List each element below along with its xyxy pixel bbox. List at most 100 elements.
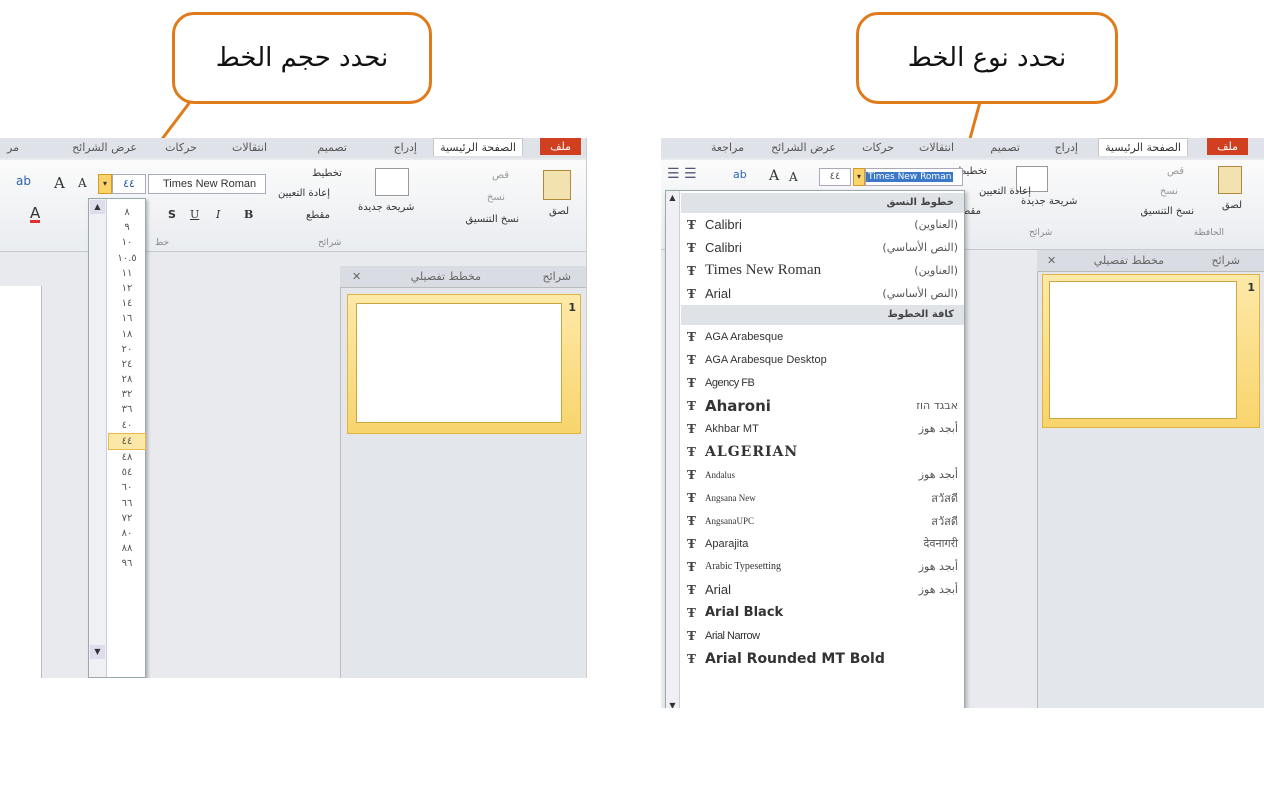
font-option[interactable]: Ŧ Andalus أبجد هوز xyxy=(681,463,964,486)
font-option[interactable]: Ŧ Calibri (النص الأساسي) xyxy=(681,236,964,259)
font-option[interactable]: Ŧ Aparajita देवनागरी xyxy=(681,532,964,555)
underline-button[interactable]: U xyxy=(190,208,199,221)
font-option[interactable]: Ŧ AGA Arabesque Desktop xyxy=(681,348,964,371)
tab-home-r[interactable]: الصفحة الرئيسية xyxy=(1098,138,1188,156)
tab-review[interactable]: مر xyxy=(7,141,19,154)
tab-animations[interactable]: حركات xyxy=(165,141,197,154)
clear-format-icon-r[interactable]: ab xyxy=(733,168,747,181)
font-option[interactable]: Ŧ ALGERIAN xyxy=(681,440,964,463)
tab-design[interactable]: تصميم xyxy=(317,141,347,154)
size-scrollbar[interactable]: ▲ ▼ xyxy=(89,199,107,677)
scroll-down-icon[interactable]: ▼ xyxy=(90,645,105,659)
reset-button[interactable]: إعادة التعيين xyxy=(278,188,330,199)
font-size-option[interactable]: ٢٠ xyxy=(108,342,146,357)
tab-file-r[interactable]: ملف xyxy=(1207,138,1248,155)
font-option[interactable]: Ŧ Angsana New สวัสดี xyxy=(681,486,964,509)
font-option[interactable]: Ŧ Arial أبجد هوز xyxy=(681,578,964,601)
paste-button[interactable]: لصق xyxy=(549,206,569,217)
font-size-option[interactable]: ٨٨ xyxy=(108,541,146,556)
tab-review-r[interactable]: مراجعة xyxy=(711,141,744,154)
font-size-option[interactable]: ٢٤ xyxy=(108,357,146,372)
font-option[interactable]: Ŧ Arabic Typesetting أبجد هوز xyxy=(681,555,964,578)
tab-design-r[interactable]: تصميم xyxy=(990,141,1020,154)
cut-button[interactable]: قص xyxy=(492,170,509,181)
tab-file[interactable]: ملف xyxy=(540,138,581,155)
font-size-option[interactable]: ١٢ xyxy=(108,281,146,296)
font-size-option[interactable]: ١٨ xyxy=(108,327,146,342)
font-size-option[interactable]: ٤٤ xyxy=(108,432,146,450)
clear-format-icon[interactable]: ab xyxy=(16,174,31,188)
copy-button-r[interactable]: نسخ xyxy=(1160,186,1178,197)
font-size-option[interactable]: ٨ xyxy=(108,205,146,220)
font-size-option[interactable]: ٨٠ xyxy=(108,526,146,541)
font-option[interactable]: Ŧ Agency FB xyxy=(681,371,964,394)
font-dropdown-button[interactable]: ▾ xyxy=(853,168,865,186)
font-color-icon[interactable]: A xyxy=(30,206,41,223)
font-scrollbar[interactable]: ▲ ▼ xyxy=(666,191,680,708)
tab-animations-r[interactable]: حركات xyxy=(862,141,894,154)
layout-button[interactable]: تخطيط xyxy=(312,168,342,179)
shrink-font-icon[interactable]: A xyxy=(78,176,87,190)
tab-insert-r[interactable]: إدراج xyxy=(1055,141,1078,154)
font-size-dropdown-button[interactable]: ▾ xyxy=(98,174,112,194)
tab-transitions[interactable]: انتقالات xyxy=(232,141,267,154)
font-option[interactable]: Ŧ Arial Rounded MT Bold xyxy=(681,647,964,670)
bold-button[interactable]: B xyxy=(244,208,253,221)
right-slide-thumb-highlight[interactable]: 1 xyxy=(1042,274,1260,428)
font-size-option[interactable]: ٩ xyxy=(108,220,146,235)
tab-slideshow-r[interactable]: عرض الشرائح xyxy=(771,141,836,154)
font-option[interactable]: Ŧ Calibri (العناوين) xyxy=(681,213,964,236)
font-size-option[interactable]: ٤٨ xyxy=(108,450,146,465)
font-size-option[interactable]: ٩٦ xyxy=(108,556,146,571)
font-option[interactable]: Ŧ Arial Black xyxy=(681,601,964,624)
font-scroll-down-icon[interactable]: ▼ xyxy=(667,701,678,708)
copy-button[interactable]: نسخ xyxy=(487,192,505,203)
tab-insert[interactable]: إدراج xyxy=(394,141,417,154)
tab-slideshow[interactable]: عرض الشرائح xyxy=(72,141,137,154)
font-option[interactable]: Ŧ AngsanaUPC สวัสดี xyxy=(681,509,964,532)
font-size-option[interactable]: ٥٤ xyxy=(108,465,146,480)
font-size-option[interactable]: ١٠ xyxy=(108,235,146,250)
font-size-option[interactable]: ١١ xyxy=(108,266,146,281)
new-slide-button[interactable]: شريحة جديدة xyxy=(358,202,414,213)
new-slide-button-r[interactable]: شريحة جديدة xyxy=(1021,196,1077,207)
font-option[interactable]: Ŧ AGA Arabesque xyxy=(681,325,964,348)
grow-font-icon[interactable]: A xyxy=(54,174,65,192)
font-size-option[interactable]: ١٠.٥ xyxy=(108,251,146,266)
scroll-up-icon[interactable]: ▲ xyxy=(90,200,105,214)
shrink-font-icon-r[interactable]: A xyxy=(789,170,798,184)
tab-transitions-r[interactable]: انتقالات xyxy=(919,141,954,154)
pane-tab-slides[interactable]: شرائح xyxy=(542,270,571,283)
font-size-option[interactable]: ٣٢ xyxy=(108,387,146,402)
font-option[interactable]: Ŧ Times New Roman (العناوين) xyxy=(681,259,964,282)
font-option[interactable]: Ŧ Arial Narrow xyxy=(681,624,964,647)
font-option[interactable]: Ŧ Aharoni אבגד הוז xyxy=(681,394,964,417)
font-size-box-r[interactable]: ٤٤ xyxy=(819,168,851,186)
section-button[interactable]: مقطع xyxy=(306,210,330,221)
list-icon-r[interactable]: ☰ ☰ xyxy=(667,166,697,182)
font-option[interactable]: Ŧ Akhbar MT أبجد هوز xyxy=(681,417,964,440)
font-size-option[interactable]: ٦٦ xyxy=(108,496,146,511)
font-option[interactable]: Ŧ Arial (النص الأساسي) xyxy=(681,282,964,305)
pane-tab-outline[interactable]: مخطط تفصيلي xyxy=(411,270,481,283)
grow-font-icon-r[interactable]: A xyxy=(769,168,779,184)
font-name-box[interactable]: Times New Roman xyxy=(148,174,266,194)
font-size-option[interactable]: ٦٠ xyxy=(108,480,146,495)
pane-close-icon-r[interactable]: ✕ xyxy=(1047,254,1056,267)
format-painter-button-r[interactable]: نسخ التنسيق xyxy=(1141,206,1194,217)
font-name-box-r[interactable]: Times New Roman xyxy=(865,168,963,186)
reset-button-r[interactable]: إعادة التعيين xyxy=(979,186,1031,197)
font-size-option[interactable]: ١٤ xyxy=(108,296,146,311)
pane-tab-slides-r[interactable]: شرائح xyxy=(1211,254,1240,267)
font-scroll-up-icon[interactable]: ▲ xyxy=(667,193,678,205)
font-size-option[interactable]: ١٦ xyxy=(108,311,146,326)
format-painter-button[interactable]: نسخ التنسيق xyxy=(466,214,519,225)
pane-close-icon[interactable]: ✕ xyxy=(352,270,361,283)
cut-button-r[interactable]: قص xyxy=(1167,166,1184,177)
paste-button-r[interactable]: لصق xyxy=(1222,200,1242,211)
pane-tab-outline-r[interactable]: مخطط تفصيلي xyxy=(1094,254,1164,267)
font-size-option[interactable]: ٣٦ xyxy=(108,402,146,417)
left-slide-thumb-highlight[interactable]: 1 xyxy=(347,294,581,434)
font-size-option[interactable]: ٧٢ xyxy=(108,511,146,526)
strike-button[interactable]: S xyxy=(168,208,176,221)
